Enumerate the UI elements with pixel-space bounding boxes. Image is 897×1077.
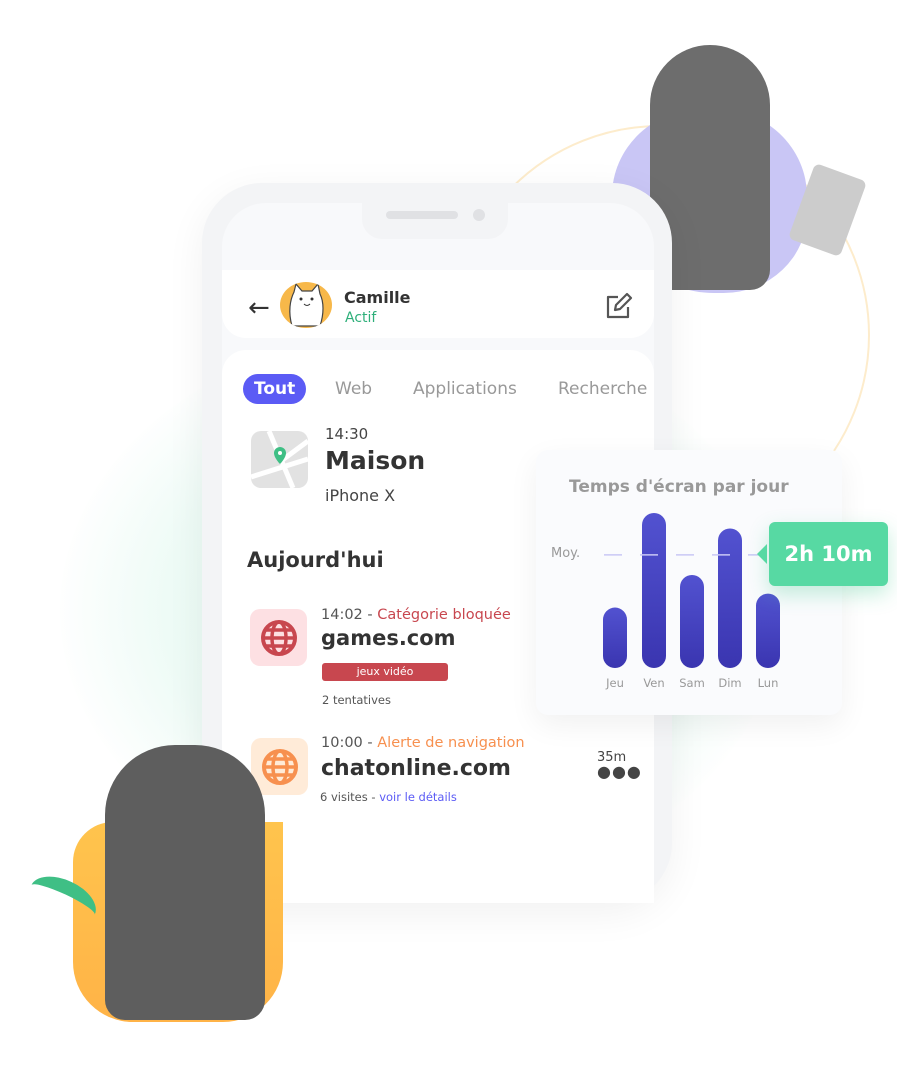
x-tick-label: Dim — [718, 676, 741, 690]
category-badge: jeux vidéo — [322, 663, 448, 681]
globe-icon — [251, 738, 308, 795]
location-device: iPhone X — [325, 486, 396, 505]
camera — [473, 209, 485, 221]
more-icon[interactable]: ●●● — [597, 762, 642, 781]
activity-time: 10:00 — [321, 735, 363, 751]
site-name: chatonline.com — [321, 756, 511, 781]
bar-lun — [756, 593, 780, 668]
location-place: Maison — [325, 446, 426, 475]
activity-header: 14:02 - Catégorie bloquée — [321, 607, 511, 623]
activity-header: 10:00 - Alerte de navigation — [321, 735, 525, 751]
speaker — [386, 211, 458, 219]
activity-type: Alerte de navigation — [377, 735, 525, 751]
tab-web[interactable]: Web — [335, 374, 372, 404]
tab-recherche[interactable]: Recherche — [558, 374, 654, 404]
avatar — [280, 282, 332, 328]
x-tick-label: Sam — [679, 676, 705, 690]
x-tick-label: Ven — [643, 676, 664, 690]
profile-name: Camille — [344, 288, 411, 307]
x-tick-label: Jeu — [605, 676, 624, 690]
bar-sam — [680, 575, 704, 668]
separator: - — [362, 607, 378, 623]
profile-status: Actif — [345, 310, 377, 326]
location-time: 14:30 — [325, 425, 369, 443]
edit-icon[interactable] — [604, 292, 634, 324]
visits-detail: 6 visites - voir le détails — [320, 790, 457, 804]
activity-type: Catégorie bloquée — [377, 607, 511, 623]
map-pin-icon — [251, 431, 308, 488]
attempts-count: 2 tentatives — [322, 693, 391, 707]
tab-applications[interactable]: Applications — [413, 374, 517, 404]
bar-jeu — [603, 607, 627, 668]
section-title: Aujourd'hui — [247, 548, 384, 572]
arrow-left-icon[interactable]: ← — [248, 293, 270, 323]
separator: - — [362, 735, 378, 751]
details-link[interactable]: voir le détails — [379, 790, 457, 804]
average-tooltip: 2h 10m — [757, 522, 888, 586]
site-name: games.com — [321, 626, 456, 650]
girl-figure — [105, 745, 265, 1020]
tab-tout[interactable]: Tout — [243, 374, 307, 404]
visits-count: 6 visites - — [320, 790, 380, 804]
bar-ven — [642, 513, 666, 668]
bar-dim — [718, 528, 742, 668]
x-tick-label: Lun — [758, 676, 779, 690]
globe-icon — [250, 609, 307, 666]
phone-notch — [362, 203, 508, 239]
activity-time: 14:02 — [321, 607, 363, 623]
